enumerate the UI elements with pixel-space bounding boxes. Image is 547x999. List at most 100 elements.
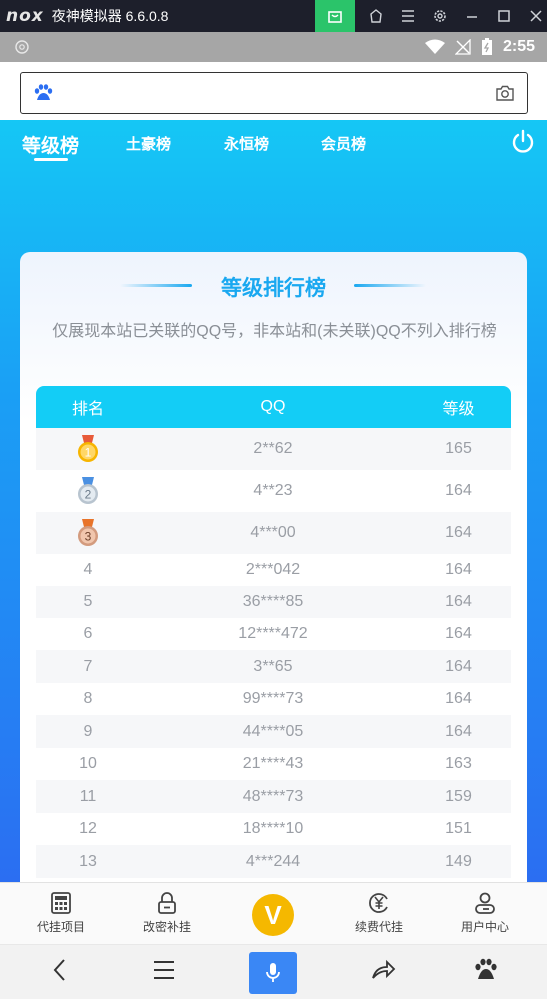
level-cell: 164 (445, 482, 472, 499)
maximize-icon[interactable] (488, 0, 520, 32)
table-row: 13 4***244 149 (36, 845, 511, 878)
level-cell: 151 (445, 820, 472, 837)
qq-cell: 48****73 (242, 787, 304, 805)
table-row: 5 36****85 164 (36, 586, 511, 618)
baidu-paw-nav-icon[interactable] (474, 957, 498, 983)
card-title: 等级排行榜 (221, 277, 326, 300)
rank-cell: 4 (83, 561, 93, 578)
qq-cell: 2**62 (253, 440, 293, 457)
tab-eternal[interactable]: 永恒榜 (224, 133, 269, 154)
table-row: 8 99****73 164 (36, 683, 511, 715)
qq-cell: 36****85 (242, 593, 304, 610)
emulator-titlebar: nox 夜神模拟器 6.6.0.8 (0, 0, 547, 32)
rank-cell: 13 (79, 852, 97, 870)
rank-cell: 9 (83, 722, 93, 740)
app-title: 夜神模拟器 6.6.0.8 (51, 8, 169, 24)
qq-cell: 99****73 (242, 690, 304, 707)
rank-cell: 8 (83, 690, 93, 707)
rank-cell: 11 (79, 787, 97, 805)
camera-icon[interactable] (495, 84, 515, 102)
table-header: 排名 QQ 等级 (36, 386, 511, 428)
status-bar: 2:55 (0, 32, 547, 62)
table-row: 3 4***00 164 (36, 512, 511, 554)
qq-cell: 12****472 (238, 625, 308, 642)
nav-user-center-label: 用户中心 (460, 920, 509, 934)
qq-cell: 2***042 (245, 561, 301, 578)
battery-icon (481, 38, 492, 55)
title-decoration-right (354, 284, 426, 287)
menu-lines-icon[interactable] (153, 957, 175, 983)
table-row: 10 21****43 163 (36, 748, 511, 780)
nav-renew-label: 续费代挂 (354, 920, 403, 934)
vip-center-button[interactable]: V (252, 894, 294, 936)
microphone-icon (266, 963, 280, 982)
tab-rich[interactable]: 土豪榜 (126, 133, 171, 154)
level-cell: 163 (445, 755, 472, 772)
tab-level[interactable]: 等级榜 (22, 131, 79, 158)
main-content: 等级榜 土豪榜 永恒榜 会员榜 等级排行榜 仅展现本站已关联的QQ号，非本站和(… (0, 120, 547, 882)
level-cell: 164 (445, 722, 472, 740)
medal-icon: 1 (78, 435, 98, 462)
qq-cell: 4***244 (245, 852, 301, 870)
header-rank: 排名 (71, 401, 104, 418)
table-row: 2 4**23 164 (36, 470, 511, 512)
home-icon[interactable] (360, 0, 392, 32)
rank-cell: 12 (79, 820, 97, 837)
level-cell: 164 (445, 561, 472, 578)
bottom-nav: 代挂项目 改密补挂 V 续费代挂 用户中心 (0, 882, 547, 944)
level-cell: 164 (445, 524, 472, 541)
rank-cell: 3 (36, 519, 140, 547)
close-icon[interactable] (520, 0, 547, 32)
svg-text:2: 2 (85, 488, 92, 502)
table-row: 11 48****73 159 (36, 780, 511, 813)
table-row: 1 2**62 165 (36, 428, 511, 470)
header-level: 等级 (442, 401, 475, 418)
nav-user-center[interactable]: 用户中心 (440, 883, 530, 945)
nav-projects-label: 代挂项目 (36, 920, 85, 934)
nav-change-password-label: 改密补挂 (142, 920, 191, 934)
nox-logo: nox (6, 6, 44, 26)
back-icon[interactable] (50, 957, 70, 983)
tab-member[interactable]: 会员榜 (321, 133, 366, 154)
table-row: 9 44****05 164 (36, 715, 511, 748)
header-qq: QQ (260, 398, 286, 415)
baidu-paw-icon (34, 84, 53, 100)
nav-renew[interactable]: 续费代挂 (334, 883, 424, 945)
level-cell: 165 (445, 440, 472, 457)
search-input[interactable] (20, 72, 528, 114)
level-cell: 164 (445, 690, 472, 707)
rank-cell: 10 (79, 755, 97, 772)
level-cell: 164 (445, 593, 472, 610)
svg-text:3: 3 (85, 530, 92, 544)
share-icon[interactable] (370, 957, 396, 983)
rank-cell: 6 (83, 625, 93, 642)
nav-projects[interactable]: 代挂项目 (16, 883, 106, 945)
level-cell: 164 (445, 625, 472, 642)
minimize-icon[interactable] (456, 0, 488, 32)
rank-cell: 5 (83, 593, 93, 610)
shop-icon[interactable] (315, 0, 355, 32)
power-icon[interactable] (510, 129, 536, 155)
gear-icon[interactable] (424, 0, 456, 32)
android-nav-bar (0, 944, 547, 999)
nav-change-password[interactable]: 改密补挂 (122, 883, 212, 945)
search-bar-area (0, 62, 547, 120)
yuan-coin-icon (369, 893, 388, 913)
tab-active-indicator (34, 158, 68, 161)
rank-cell: 1 (36, 435, 140, 463)
table-row: 6 12****472 164 (36, 618, 511, 650)
ranking-tabs: 等级榜 土豪榜 永恒榜 会员榜 (0, 120, 547, 170)
wifi-icon (424, 39, 445, 54)
table-body: 1 2**62 165 2 4**23 164 3 4***00 164 4 2***042 164 5… (36, 428, 511, 878)
menu-icon[interactable] (392, 0, 424, 32)
level-cell: 149 (445, 852, 472, 870)
level-cell: 159 (445, 787, 472, 805)
ranking-card: 等级排行榜 仅展现本站已关联的QQ号，非本站和(未关联)QQ不列入排行榜 排名 … (20, 252, 527, 882)
status-time: 2:55 (502, 38, 535, 55)
qq-cell: 4***00 (250, 524, 296, 541)
qq-cell: 3**65 (253, 657, 293, 675)
voice-search-button[interactable] (249, 952, 297, 994)
medal-icon: 3 (78, 519, 98, 546)
rank-cell: 7 (83, 657, 93, 675)
qq-cell: 4**23 (253, 482, 293, 499)
